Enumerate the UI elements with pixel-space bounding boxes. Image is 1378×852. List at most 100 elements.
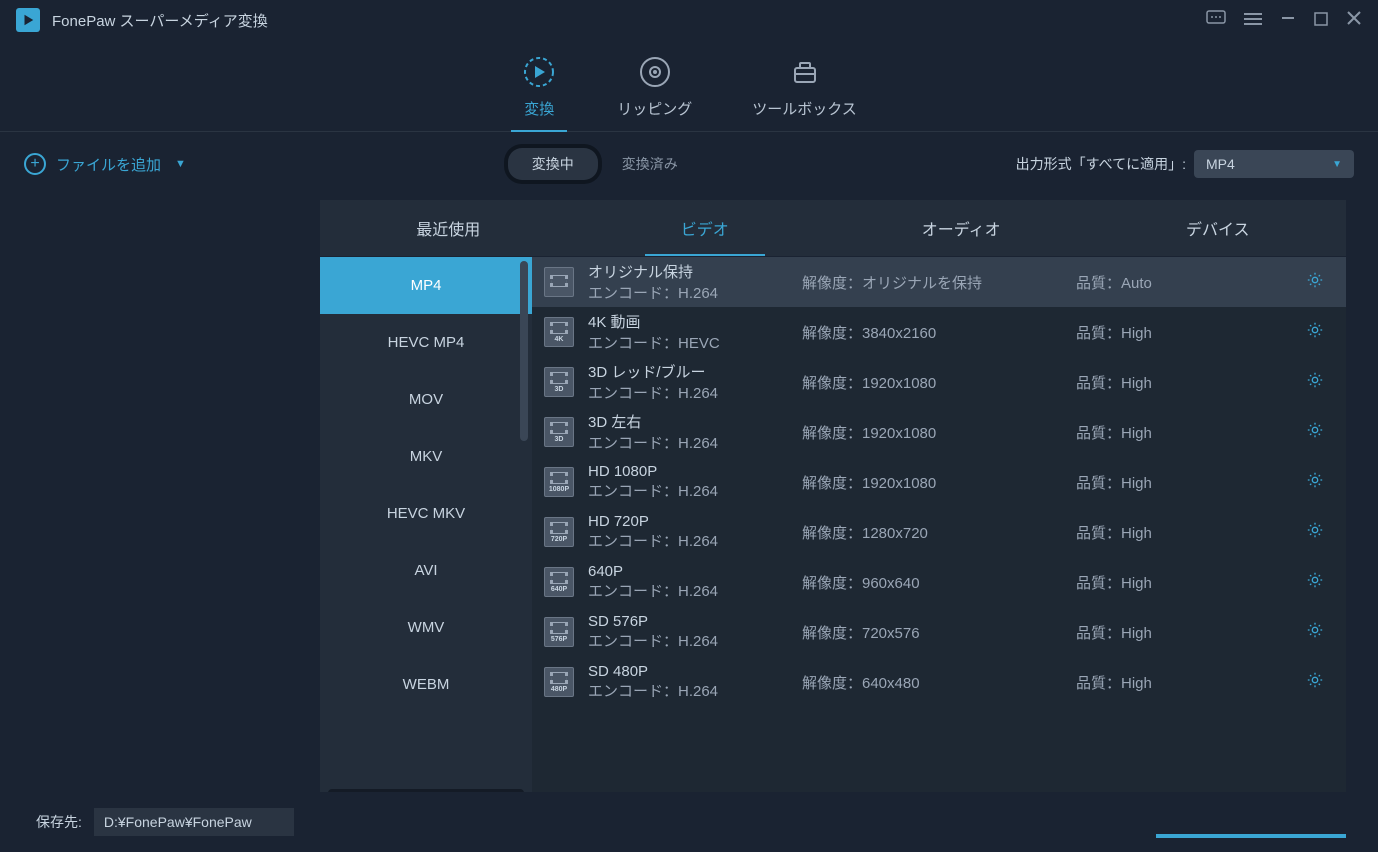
close-button[interactable]: [1346, 10, 1362, 31]
preset-row[interactable]: 4K4K 動画エンコード：HEVC解像度：3840x2160品質：High: [532, 307, 1346, 357]
add-file-button[interactable]: + ファイルを追加 ▼: [24, 153, 186, 175]
preset-row[interactable]: 1080PHD 1080Pエンコード：H.264解像度：1920x1080品質：…: [532, 457, 1346, 507]
preset-encode: エンコード：HEVC: [588, 332, 788, 353]
preset-title: 3D 左右: [588, 411, 788, 432]
status-toggle: 変換中: [504, 144, 602, 184]
preset-row[interactable]: 720PHD 720Pエンコード：H.264解像度：1280x720品質：Hig…: [532, 507, 1346, 557]
preset-encode: エンコード：H.264: [588, 282, 788, 303]
format-item-hevc-mkv[interactable]: HEVC MKV: [320, 485, 532, 542]
preset-row[interactable]: 480PSD 480Pエンコード：H.264解像度：640x480品質：High: [532, 657, 1346, 707]
main-tabs: 変換 リッピング ツールボックス: [0, 40, 1378, 132]
category-tab-3[interactable]: デバイス: [1090, 200, 1347, 256]
preset-title: 640P: [588, 563, 788, 580]
preset-row[interactable]: 576PSD 576Pエンコード：H.264解像度：720x576品質：High: [532, 607, 1346, 657]
gear-icon[interactable]: [1306, 421, 1326, 444]
maximize-button[interactable]: [1314, 10, 1328, 31]
preset-title: HD 720P: [588, 513, 788, 530]
gear-icon[interactable]: [1306, 521, 1326, 544]
format-sidebar: MP4HEVC MP4MOVMKVHEVC MKVAVIWMVWEBM: [320, 257, 532, 838]
toolbox-icon: [787, 54, 823, 90]
output-format-value: MP4: [1206, 156, 1235, 172]
convert-icon: [521, 54, 557, 90]
preset-thumb-icon: 1080P: [544, 467, 574, 497]
preset-resolution: 解像度：720x576: [802, 622, 1062, 643]
preset-quality: 品質：High: [1076, 372, 1292, 393]
app-title: FonePaw スーパーメディア変換: [52, 10, 268, 31]
preset-quality: 品質：High: [1076, 672, 1292, 693]
tab-convert[interactable]: 変換: [521, 54, 557, 131]
gear-icon[interactable]: [1306, 671, 1326, 694]
category-tab-2[interactable]: オーディオ: [833, 200, 1090, 256]
output-format-label: 出力形式「すべてに適用」:: [1016, 154, 1186, 174]
preset-row[interactable]: オリジナル保持エンコード：H.264解像度：オリジナルを保持品質：Auto: [532, 257, 1346, 307]
preset-resolution: 解像度：1920x1080: [802, 472, 1062, 493]
menu-icon[interactable]: [1244, 10, 1262, 31]
format-item-webm[interactable]: WEBM: [320, 656, 532, 713]
preset-encode: エンコード：H.264: [588, 480, 788, 501]
preset-thumb-icon: 3D: [544, 367, 574, 397]
footer: 保存先: D:¥FonePaw¥FonePaw: [0, 792, 1378, 852]
preset-quality: 品質：Auto: [1076, 272, 1292, 293]
format-item-mov[interactable]: MOV: [320, 371, 532, 428]
titlebar: FonePaw スーパーメディア変換: [0, 0, 1378, 40]
chevron-down-icon[interactable]: ▼: [175, 158, 186, 170]
format-item-avi[interactable]: AVI: [320, 542, 532, 599]
add-file-label: ファイルを追加: [56, 154, 161, 175]
preset-encode: エンコード：H.264: [588, 630, 788, 651]
preset-encode: エンコード：H.264: [588, 580, 788, 601]
preset-info: 4K 動画エンコード：HEVC: [588, 311, 788, 353]
preset-quality: 品質：High: [1076, 322, 1292, 343]
save-to-path[interactable]: D:¥FonePaw¥FonePaw: [94, 808, 294, 836]
status-done[interactable]: 変換済み: [602, 144, 698, 184]
preset-quality: 品質：High: [1076, 572, 1292, 593]
tab-ripping[interactable]: リッピング: [617, 54, 692, 131]
gear-icon[interactable]: [1306, 571, 1326, 594]
preset-row[interactable]: 640P640Pエンコード：H.264解像度：960x640品質：High: [532, 557, 1346, 607]
preset-title: SD 480P: [588, 663, 788, 680]
preset-info: 3D レッド/ブルーエンコード：H.264: [588, 361, 788, 403]
preset-resolution: 解像度：960x640: [802, 572, 1062, 593]
gear-icon[interactable]: [1306, 321, 1326, 344]
scrollbar[interactable]: [520, 261, 528, 441]
gear-icon[interactable]: [1306, 621, 1326, 644]
disc-icon: [637, 54, 673, 90]
preset-resolution: 解像度：1920x1080: [802, 422, 1062, 443]
preset-title: オリジナル保持: [588, 261, 788, 282]
preset-title: 4K 動画: [588, 311, 788, 332]
category-tab-1[interactable]: ビデオ: [577, 200, 834, 256]
preset-info: 640Pエンコード：H.264: [588, 563, 788, 601]
preset-thumb-icon: [544, 267, 574, 297]
preset-thumb-icon: 576P: [544, 617, 574, 647]
tab-toolbox-label: ツールボックス: [752, 98, 857, 119]
preset-info: HD 720Pエンコード：H.264: [588, 513, 788, 551]
preset-row[interactable]: 3D 3D レッド/ブルーエンコード：H.264 解像度：1920x1080 品質：H…: [532, 357, 1346, 407]
preset-quality: 品質：High: [1076, 422, 1292, 443]
chevron-down-icon: ▼: [1332, 159, 1342, 170]
preset-thumb-icon: 640P: [544, 567, 574, 597]
status-converting[interactable]: 変換中: [508, 148, 598, 180]
feedback-icon[interactable]: [1206, 10, 1226, 31]
gear-icon[interactable]: [1306, 271, 1326, 294]
preset-info: 3D 左右エンコード：H.264: [588, 411, 788, 453]
gear-icon[interactable]: [1306, 371, 1326, 394]
format-panel: 最近使用ビデオオーディオデバイス MP4HEVC MP4MOVMKVHEVC M…: [320, 200, 1346, 838]
preset-resolution: 解像度：1920x1080: [802, 372, 1062, 393]
tab-toolbox[interactable]: ツールボックス: [752, 54, 857, 131]
format-item-mp4[interactable]: MP4: [320, 257, 532, 314]
preset-row[interactable]: 3D3D 左右エンコード：H.264解像度：1920x1080品質：High: [532, 407, 1346, 457]
output-format-select[interactable]: MP4 ▼: [1194, 150, 1354, 178]
category-tabs: 最近使用ビデオオーディオデバイス: [320, 200, 1346, 257]
category-tab-0[interactable]: 最近使用: [320, 200, 577, 256]
app-logo-icon: [16, 8, 40, 32]
preset-title: SD 576P: [588, 613, 788, 630]
format-item-hevc-mp4[interactable]: HEVC MP4: [320, 314, 532, 371]
preset-encode: エンコード：H.264: [588, 382, 788, 403]
preset-info: SD 480Pエンコード：H.264: [588, 663, 788, 701]
preset-resolution: 解像度：1280x720: [802, 522, 1062, 543]
format-item-wmv[interactable]: WMV: [320, 599, 532, 656]
gear-icon[interactable]: [1306, 471, 1326, 494]
minimize-button[interactable]: [1280, 10, 1296, 31]
toolbar: + ファイルを追加 ▼ 変換中 変換済み 出力形式「すべてに適用」: MP4 ▼: [0, 132, 1378, 196]
tab-convert-label: 変換: [524, 98, 554, 119]
format-item-mkv[interactable]: MKV: [320, 428, 532, 485]
